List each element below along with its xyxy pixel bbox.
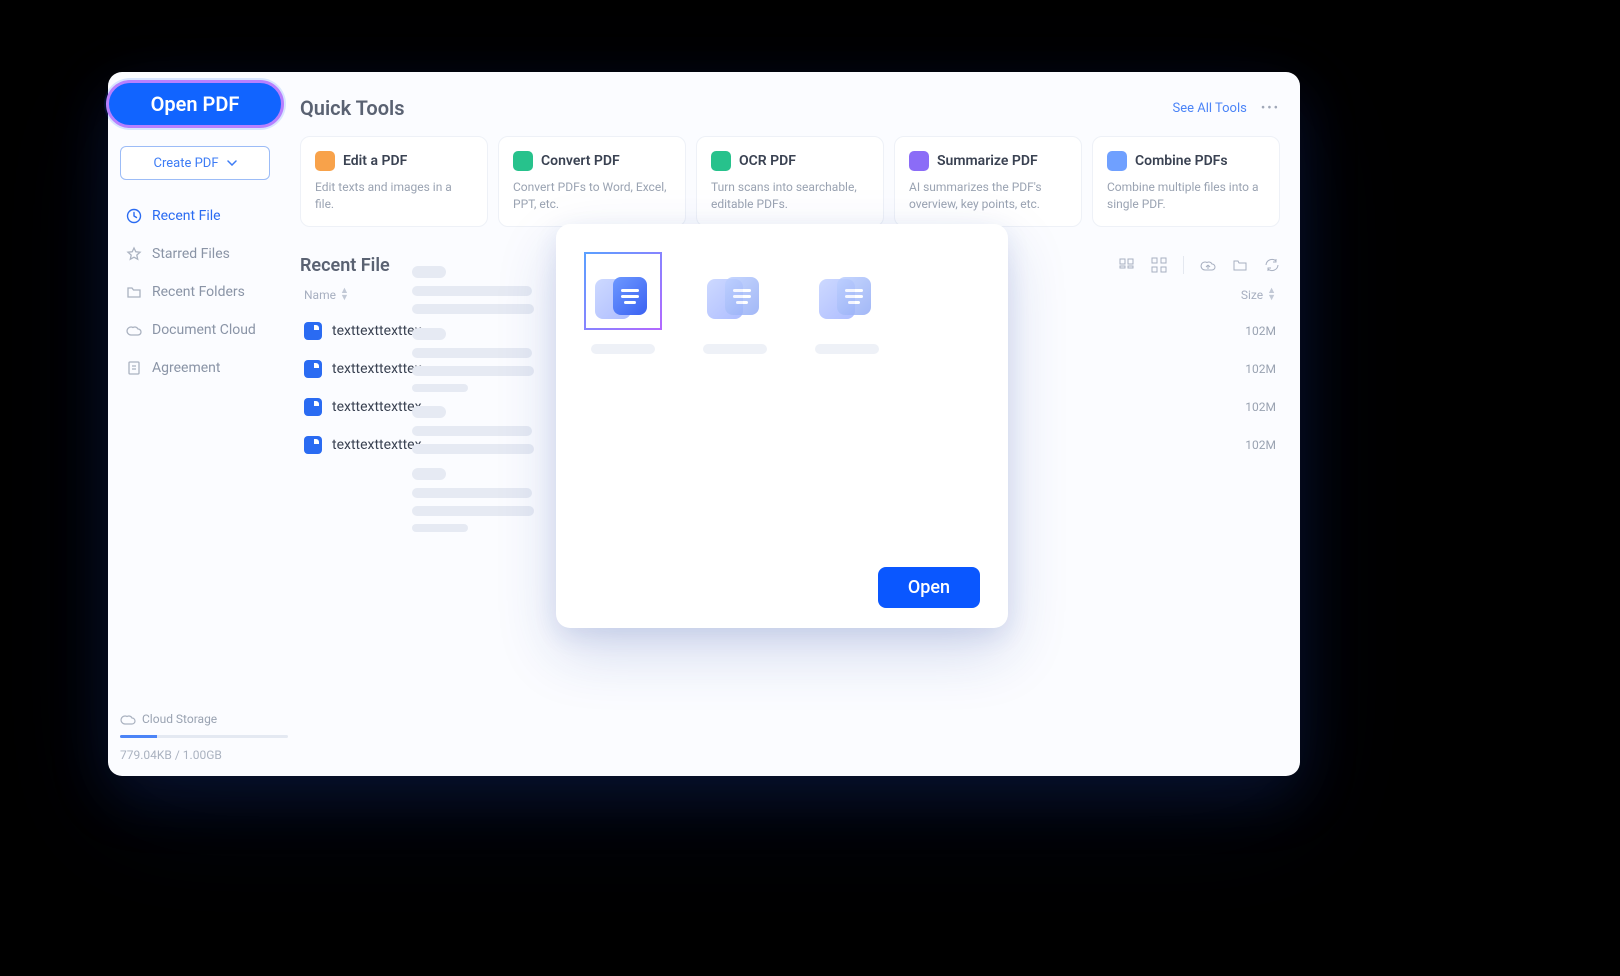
tool-icon (909, 151, 929, 171)
storage-bar (120, 735, 288, 738)
skeleton-panel (400, 256, 550, 608)
tool-icon (711, 151, 731, 171)
tool-desc: AI summarizes the PDF's overview, key po… (909, 179, 1067, 214)
open-button[interactable]: Open (878, 567, 980, 608)
sidebar-item-label: Document Cloud (152, 322, 256, 338)
document-icon (304, 360, 322, 378)
tool-icon (513, 151, 533, 171)
storage-fill (120, 735, 157, 738)
tool-title: Summarize PDF (937, 153, 1038, 169)
storage-usage-text: 779.04KB / 1.00GB (120, 748, 300, 762)
sidebar-item-document-cloud[interactable]: Document Cloud (120, 314, 270, 346)
sidebar-item-label: Agreement (152, 360, 220, 376)
cloud-storage-label: Cloud Storage (142, 712, 217, 726)
tool-desc: Edit texts and images in a file. (315, 179, 473, 214)
file-label-placeholder (591, 344, 655, 354)
refresh-icon[interactable] (1264, 257, 1280, 273)
open-pdf-button[interactable]: Open PDF (106, 80, 284, 128)
separator (1183, 256, 1184, 274)
document-icon (304, 398, 322, 416)
tool-title: Convert PDF (541, 153, 620, 169)
clock-icon (126, 208, 142, 224)
open-file-dialog: Open (556, 224, 1008, 628)
chevron-down-icon (227, 160, 237, 166)
cloud-icon (120, 711, 136, 727)
tool-card-combine-pdfs[interactable]: Combine PDFs Combine multiple files into … (1092, 136, 1280, 227)
tool-desc: Combine multiple files into a single PDF… (1107, 179, 1265, 214)
cloud-upload-icon[interactable] (1200, 257, 1216, 273)
tool-title: Combine PDFs (1135, 153, 1228, 169)
see-all-tools-link[interactable]: See All Tools (1172, 101, 1246, 116)
create-pdf-label: Create PDF (154, 156, 219, 171)
tool-desc: Convert PDFs to Word, Excel, PPT, etc. (513, 179, 671, 214)
tool-card-edit-a-pdf[interactable]: Edit a PDF Edit texts and images in a fil… (300, 136, 488, 227)
folder-icon (126, 284, 142, 300)
quick-tools-title: Quick Tools (300, 96, 405, 120)
column-size-header[interactable]: Size (1241, 288, 1263, 302)
file-size: 102M (1245, 438, 1276, 452)
list-view-icon[interactable] (1119, 257, 1135, 273)
sidebar: Open PDF Create PDF Recent File Starred F… (108, 72, 288, 776)
file-size: 102M (1245, 400, 1276, 414)
dialog-file-item[interactable] (584, 252, 662, 354)
grid-view-icon[interactable] (1151, 257, 1167, 273)
sort-icon[interactable]: ▲▼ (340, 288, 349, 302)
recent-file-title: Recent File (300, 255, 390, 276)
open-button-label: Open (908, 577, 950, 598)
dialog-file-item[interactable] (696, 252, 774, 354)
sidebar-item-recent-file[interactable]: Recent File (120, 200, 270, 232)
tool-card-summarize-pdf[interactable]: Summarize PDF AI summarizes the PDF's ove… (894, 136, 1082, 227)
file-size: 102M (1245, 324, 1276, 338)
open-pdf-label: Open PDF (151, 92, 240, 116)
file-thumbnail (808, 252, 886, 330)
sidebar-item-label: Recent Folders (152, 284, 245, 300)
sidebar-item-label: Recent File (152, 208, 221, 224)
sidebar-item-recent-folders[interactable]: Recent Folders (120, 276, 270, 308)
more-menu-button[interactable]: ••• (1261, 101, 1280, 116)
tool-icon (315, 151, 335, 171)
cloud-icon (126, 322, 142, 338)
tool-card-ocr-pdf[interactable]: OCR PDF Turn scans into searchable, edita… (696, 136, 884, 227)
file-size: 102M (1245, 362, 1276, 376)
tool-icon (1107, 151, 1127, 171)
create-pdf-button[interactable]: Create PDF (120, 146, 270, 180)
file-label-placeholder (703, 344, 767, 354)
file-thumbnail (584, 252, 662, 330)
document-icon (304, 322, 322, 340)
dialog-file-item[interactable] (808, 252, 886, 354)
tool-desc: Turn scans into searchable, editable PDF… (711, 179, 869, 214)
file-thumbnail (696, 252, 774, 330)
tool-title: Edit a PDF (343, 153, 407, 169)
star-icon (126, 246, 142, 262)
sidebar-item-label: Starred Files (152, 246, 230, 262)
document-icon (304, 436, 322, 454)
column-name-header[interactable]: Name (304, 288, 336, 302)
cloud-storage-panel: Cloud Storage 779.04KB / 1.00GB (120, 711, 300, 762)
sidebar-item-agreement[interactable]: Agreement (120, 352, 270, 384)
folder-open-icon[interactable] (1232, 257, 1248, 273)
sidebar-item-starred-files[interactable]: Starred Files (120, 238, 270, 270)
agreement-icon (126, 360, 142, 376)
file-label-placeholder (815, 344, 879, 354)
tool-title: OCR PDF (739, 153, 796, 169)
sort-icon[interactable]: ▲▼ (1267, 288, 1276, 302)
tool-card-convert-pdf[interactable]: Convert PDF Convert PDFs to Word, Excel, … (498, 136, 686, 227)
